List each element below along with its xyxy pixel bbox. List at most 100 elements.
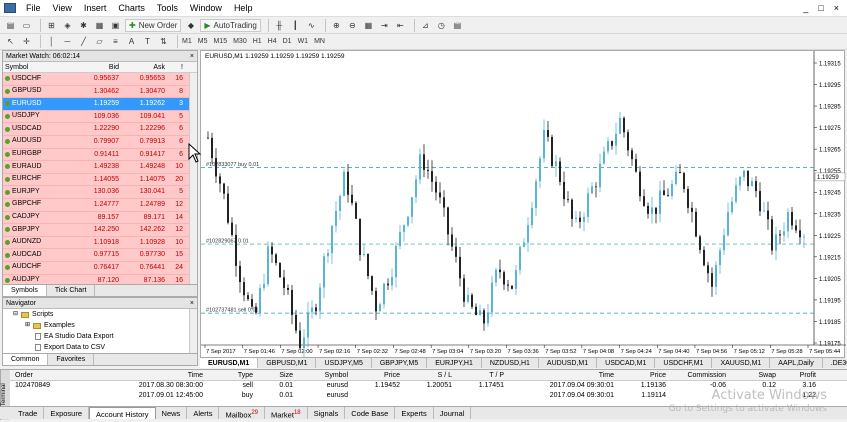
restore-button[interactable]: □ bbox=[818, 3, 823, 13]
market-watch-row[interactable]: GBPJPY 142.250 142.262 12 bbox=[3, 224, 197, 237]
column-bid[interactable]: Bid bbox=[71, 62, 121, 72]
menu-file[interactable]: File bbox=[20, 3, 47, 13]
market-watch-row[interactable]: USDCAD 1.22290 1.22296 6 bbox=[3, 123, 197, 136]
market-watch-row[interactable]: CADJPY 89.157 89.171 14 bbox=[3, 211, 197, 225]
horizontal-line-icon[interactable]: ─ bbox=[61, 35, 74, 48]
tree-item-export-csv[interactable]: Export Data to CSV bbox=[13, 342, 197, 353]
chart-tab[interactable]: GBPJPY,M5 bbox=[372, 358, 428, 368]
terminal-tab[interactable]: Exposure bbox=[44, 407, 90, 419]
market-watch-row[interactable]: EURAUD 1.49238 1.49248 10 bbox=[3, 161, 197, 174]
timeframe-d1[interactable]: D1 bbox=[283, 38, 292, 45]
equidistant-channel-icon[interactable]: ▱ bbox=[93, 35, 106, 48]
profiles-icon[interactable]: ▭ bbox=[20, 19, 33, 32]
terminal-tab[interactable]: Experts bbox=[395, 407, 434, 419]
line-chart-icon[interactable]: ∿ bbox=[305, 19, 318, 32]
vertical-line-icon[interactable]: │ bbox=[45, 35, 58, 48]
terminal-tab[interactable]: Code Base bbox=[345, 407, 396, 419]
column-swap[interactable]: Swap bbox=[729, 370, 779, 380]
autotrading-button[interactable]: ▶ AutoTrading bbox=[200, 18, 261, 32]
tab-favorites[interactable]: Favorites bbox=[48, 354, 95, 365]
terminal-tab[interactable]: Account History bbox=[89, 407, 156, 419]
bar-chart-icon[interactable]: ╫ bbox=[273, 19, 286, 32]
timeframe-m30[interactable]: M30 bbox=[233, 38, 247, 45]
timeframe-mn[interactable]: MN bbox=[314, 38, 325, 45]
strategy-tester-icon[interactable]: ▣ bbox=[109, 19, 122, 32]
terminal-tab[interactable]: Journal bbox=[434, 407, 472, 419]
market-watch-row[interactable]: AUDNZD 1.10918 1.10928 10 bbox=[3, 236, 197, 250]
cursor-icon[interactable]: ↖ bbox=[4, 35, 17, 48]
market-watch-row[interactable]: AUDUSD 0.79907 0.79913 6 bbox=[3, 135, 197, 149]
column-price[interactable]: Price bbox=[351, 370, 403, 380]
chart-shift-icon[interactable]: ⇤ bbox=[394, 19, 407, 32]
fibonacci-icon[interactable]: ≡ bbox=[109, 35, 122, 48]
close-icon[interactable]: × bbox=[190, 298, 194, 309]
trendline-icon[interactable]: ╱ bbox=[77, 35, 90, 48]
candlestick-icon[interactable]: ┃ bbox=[289, 19, 302, 32]
terminal-tab[interactable]: Alerts bbox=[187, 407, 220, 419]
chart-tab[interactable]: NZDUSD,H1 bbox=[482, 358, 539, 368]
chart-tab[interactable]: EURUSD,M1 bbox=[200, 358, 259, 368]
data-window-icon[interactable]: ◈ bbox=[61, 19, 74, 32]
market-watch-scrollbar[interactable] bbox=[189, 73, 197, 285]
terminal-tab[interactable]: Trade bbox=[12, 407, 45, 419]
tree-item-scripts[interactable]: ⊟ Scripts bbox=[13, 309, 197, 320]
terminal-tab[interactable]: Mailbox29 bbox=[219, 407, 266, 420]
crosshair-icon[interactable]: ✛ bbox=[20, 35, 33, 48]
timeframe-h1[interactable]: H1 bbox=[253, 38, 262, 45]
arrows-icon[interactable]: ⇅ bbox=[157, 35, 170, 48]
chart-tab[interactable]: XAUUSD,M1 bbox=[712, 358, 771, 368]
terminal-tab[interactable]: Market18 bbox=[265, 407, 308, 420]
column-close-time[interactable]: Time bbox=[507, 370, 617, 380]
chart-tab[interactable]: .DE30C bbox=[823, 358, 847, 368]
text-label-icon[interactable]: T bbox=[141, 35, 154, 48]
market-watch-row[interactable]: AUDCHF 0.76417 0.76441 24 bbox=[3, 261, 197, 275]
terminal-tab[interactable]: News bbox=[156, 407, 188, 419]
column-open-time[interactable]: Time bbox=[106, 370, 206, 380]
tab-symbols[interactable]: Symbols bbox=[3, 285, 47, 296]
timeframe-m1[interactable]: M1 bbox=[182, 38, 192, 45]
market-watch-row[interactable]: AUDCAD 0.97715 0.97730 15 bbox=[3, 249, 197, 262]
close-button[interactable]: × bbox=[834, 3, 839, 13]
collapse-icon[interactable]: ⊟ bbox=[13, 309, 18, 320]
market-watch-row[interactable]: EURJPY 130.036 130.041 5 bbox=[3, 186, 197, 199]
market-watch-row[interactable]: USDCHF 0.95637 0.95653 16 bbox=[3, 73, 197, 86]
market-watch-row[interactable]: EURUSD 1.19259 1.19262 3 bbox=[3, 98, 197, 111]
column-symbol[interactable]: Symbol bbox=[3, 62, 71, 72]
price-chart[interactable]: 1.19315 1.19295 1.19285 1.19275 1.19265 1.192… bbox=[201, 51, 846, 358]
timeframe-m15[interactable]: M15 bbox=[213, 38, 227, 45]
templates-icon[interactable]: ▤ bbox=[451, 19, 464, 32]
market-watch-row[interactable]: GBPCHF 1.24777 1.24789 12 bbox=[3, 198, 197, 212]
market-watch-icon[interactable]: ⊞ bbox=[45, 19, 58, 32]
tab-tick-chart[interactable]: Tick Chart bbox=[47, 285, 96, 296]
tile-windows-icon[interactable]: ▦ bbox=[362, 19, 375, 32]
column-spread[interactable]: ! bbox=[167, 62, 185, 72]
metaeditor-icon[interactable]: ◆ bbox=[184, 19, 197, 32]
timeframe-w1[interactable]: W1 bbox=[298, 38, 309, 45]
new-order-button[interactable]: ✚ New Order bbox=[125, 18, 182, 32]
column-close-price[interactable]: Price bbox=[617, 370, 669, 380]
tree-item-ea-studio-export[interactable]: EA Studio Data Export bbox=[13, 331, 197, 342]
navigator-icon[interactable]: ✱ bbox=[77, 19, 90, 32]
chart-window[interactable]: 1.19315 1.19295 1.19285 1.19275 1.19265 1.192… bbox=[200, 50, 846, 367]
column-commission[interactable]: Commission bbox=[669, 370, 729, 380]
chart-tab[interactable]: USDJPY,M5 bbox=[316, 358, 372, 368]
column-symbol[interactable]: Symbol bbox=[296, 370, 351, 380]
column-tp[interactable]: T / P bbox=[455, 370, 507, 380]
menu-tools[interactable]: Tools bbox=[151, 3, 184, 13]
timeframe-h4[interactable]: H4 bbox=[268, 38, 277, 45]
zoom-out-icon[interactable]: ⊖ bbox=[346, 19, 359, 32]
column-size[interactable]: Size bbox=[256, 370, 296, 380]
timeframe-m5[interactable]: M5 bbox=[198, 38, 208, 45]
expand-icon[interactable]: ⊞ bbox=[25, 320, 30, 331]
column-type[interactable]: Type bbox=[206, 370, 256, 380]
menu-insert[interactable]: Insert bbox=[78, 3, 113, 13]
chart-tab[interactable]: AUDUSD,M1 bbox=[539, 358, 598, 368]
navigator-scrollbar[interactable] bbox=[189, 309, 197, 354]
periods-icon[interactable]: ◷ bbox=[435, 19, 448, 32]
auto-scroll-icon[interactable]: ⇥ bbox=[378, 19, 391, 32]
text-tool-icon[interactable]: A bbox=[125, 35, 138, 48]
new-chart-icon[interactable]: ▤ bbox=[4, 19, 17, 32]
close-icon[interactable]: × bbox=[190, 51, 194, 62]
terminal-tab[interactable]: Signals bbox=[308, 407, 346, 419]
menu-help[interactable]: Help bbox=[228, 3, 259, 13]
